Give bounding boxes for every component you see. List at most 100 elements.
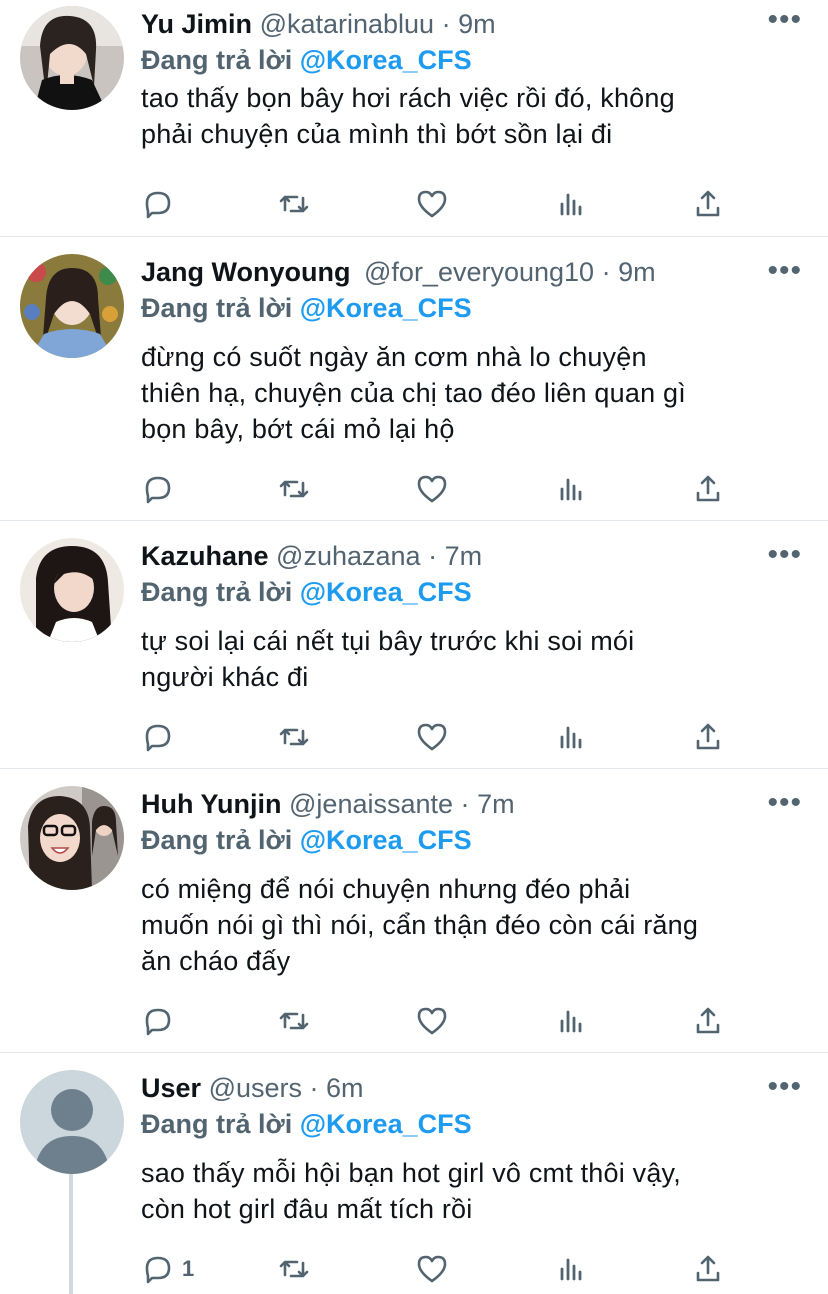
avatar[interactable] [20, 1070, 124, 1174]
like-icon [417, 1007, 447, 1035]
retweet-button[interactable] [276, 469, 312, 509]
like-icon [417, 475, 447, 503]
user-handle[interactable]: @jenaissante [289, 789, 453, 819]
views-icon [560, 478, 582, 501]
separator-dot: · [428, 541, 438, 571]
timestamp[interactable]: 9m [458, 9, 496, 39]
views-button[interactable] [552, 184, 588, 224]
share-icon [696, 190, 720, 217]
tweet-text-line: còn hot girl đâu mất tích rồi [141, 1194, 473, 1224]
like-button[interactable] [414, 469, 450, 509]
tweet-text-line: tao thấy bọn bây hơi rách việc rồi đó, k… [141, 83, 675, 113]
avatar[interactable] [20, 538, 124, 642]
retweet-icon [279, 480, 309, 498]
tweet-text-line: sao thấy mỗi hội bạn hot girl vô cmt thô… [141, 1158, 681, 1188]
views-button[interactable] [552, 469, 588, 509]
user-handle[interactable]: @katarinabluu [260, 9, 435, 39]
share-icon [696, 1007, 720, 1034]
like-button[interactable] [414, 184, 450, 224]
more-options-icon[interactable]: ••• [767, 1072, 802, 1102]
tweet-text-line: thiên hạ, chuyện của chị tao đéo liên qu… [141, 378, 686, 408]
avatar-photo [20, 254, 124, 358]
tweet[interactable]: Jang Wonyoung @for_everyoung10 · 9m ••• … [0, 237, 828, 521]
like-button[interactable] [414, 1249, 450, 1289]
reply-icon [145, 191, 171, 219]
share-button[interactable] [690, 184, 726, 224]
retweet-button[interactable] [276, 1249, 312, 1289]
tweet-text: tự soi lại cái nết tụi bây trước khi soi… [141, 623, 811, 695]
retweet-button[interactable] [276, 717, 312, 757]
timestamp[interactable]: 9m [618, 257, 656, 287]
reply-icon [145, 724, 171, 752]
like-icon [417, 190, 447, 218]
tweet-text-line: người khác đi [141, 662, 309, 692]
mention-link[interactable]: @Korea_CFS [300, 825, 472, 855]
avatar[interactable] [20, 786, 124, 890]
views-button[interactable] [552, 717, 588, 757]
action-bar: 1 [0, 1249, 828, 1289]
avatar[interactable] [20, 254, 124, 358]
reply-button[interactable] [140, 717, 182, 757]
retweet-button[interactable] [276, 184, 312, 224]
retweet-icon [279, 1260, 309, 1278]
tweet[interactable]: User @users · 6m ••• Đang trả lời @Korea… [0, 1053, 828, 1294]
action-bar [0, 1001, 828, 1041]
timestamp[interactable]: 7m [445, 541, 483, 571]
avatar-photo [20, 786, 124, 890]
mention-link[interactable]: @Korea_CFS [300, 1109, 472, 1139]
tweet-text-line: tự soi lại cái nết tụi bây trước khi soi… [141, 626, 635, 656]
replying-to: Đang trả lời @Korea_CFS [141, 292, 472, 324]
more-options-icon[interactable]: ••• [767, 5, 802, 35]
tweet-text: đừng có suốt ngày ăn cơm nhà lo chuyện t… [141, 339, 811, 447]
share-button[interactable] [690, 1249, 726, 1289]
share-button[interactable] [690, 469, 726, 509]
user-handle[interactable]: @for_everyoung10 [364, 257, 594, 287]
timestamp[interactable]: 7m [477, 789, 515, 819]
share-button[interactable] [690, 1001, 726, 1041]
action-bar [0, 184, 828, 224]
tweet-header: Kazuhane @zuhazana · 7m [141, 540, 482, 572]
reply-button[interactable] [140, 1001, 182, 1041]
display-name[interactable]: User [141, 1073, 201, 1103]
user-handle[interactable]: @zuhazana [276, 541, 421, 571]
tweet[interactable]: Yu Jimin @katarinabluu · 9m ••• Đang trả… [0, 0, 828, 237]
mention-link[interactable]: @Korea_CFS [300, 577, 472, 607]
display-name[interactable]: Kazuhane [141, 541, 269, 571]
replying-to-label: Đang trả lời [141, 45, 293, 75]
replying-to-label: Đang trả lời [141, 1109, 293, 1139]
separator-dot: · [309, 1073, 319, 1103]
user-handle[interactable]: @users [209, 1073, 302, 1103]
more-options-icon[interactable]: ••• [767, 256, 802, 286]
tweet-text-line: có miệng để nói chuyện nhưng đéo phải [141, 874, 631, 904]
avatar[interactable] [20, 6, 124, 110]
display-name[interactable]: Huh Yunjin [141, 789, 282, 819]
reply-button[interactable] [140, 184, 182, 224]
mention-link[interactable]: @Korea_CFS [300, 45, 472, 75]
reply-button[interactable]: 1 [140, 1249, 194, 1289]
reply-icon [145, 1008, 171, 1036]
views-button[interactable] [552, 1249, 588, 1289]
tweet[interactable]: Kazuhane @zuhazana · 7m ••• Đang trả lời… [0, 521, 828, 769]
like-button[interactable] [414, 717, 450, 757]
share-icon [696, 475, 720, 502]
reply-button[interactable] [140, 469, 182, 509]
like-button[interactable] [414, 1001, 450, 1041]
tweet-text: tao thấy bọn bây hơi rách việc rồi đó, k… [141, 80, 811, 152]
tweet-text: sao thấy mỗi hội bạn hot girl vô cmt thô… [141, 1155, 811, 1227]
timestamp[interactable]: 6m [326, 1073, 364, 1103]
more-options-icon[interactable]: ••• [767, 540, 802, 570]
views-button[interactable] [552, 1001, 588, 1041]
more-options-icon[interactable]: ••• [767, 788, 802, 818]
replying-to: Đang trả lời @Korea_CFS [141, 44, 472, 76]
share-icon [696, 723, 720, 750]
display-name[interactable]: Jang Wonyoung [141, 257, 351, 287]
default-avatar-icon [20, 1070, 124, 1174]
views-icon [560, 726, 582, 749]
retweet-button[interactable] [276, 1001, 312, 1041]
display-name[interactable]: Yu Jimin [141, 9, 252, 39]
share-button[interactable] [690, 717, 726, 757]
mention-link[interactable]: @Korea_CFS [300, 293, 472, 323]
tweet[interactable]: Huh Yunjin @jenaissante · 7m ••• Đang tr… [0, 769, 828, 1053]
like-icon [417, 1255, 447, 1283]
tweet-header: User @users · 6m [141, 1072, 364, 1104]
